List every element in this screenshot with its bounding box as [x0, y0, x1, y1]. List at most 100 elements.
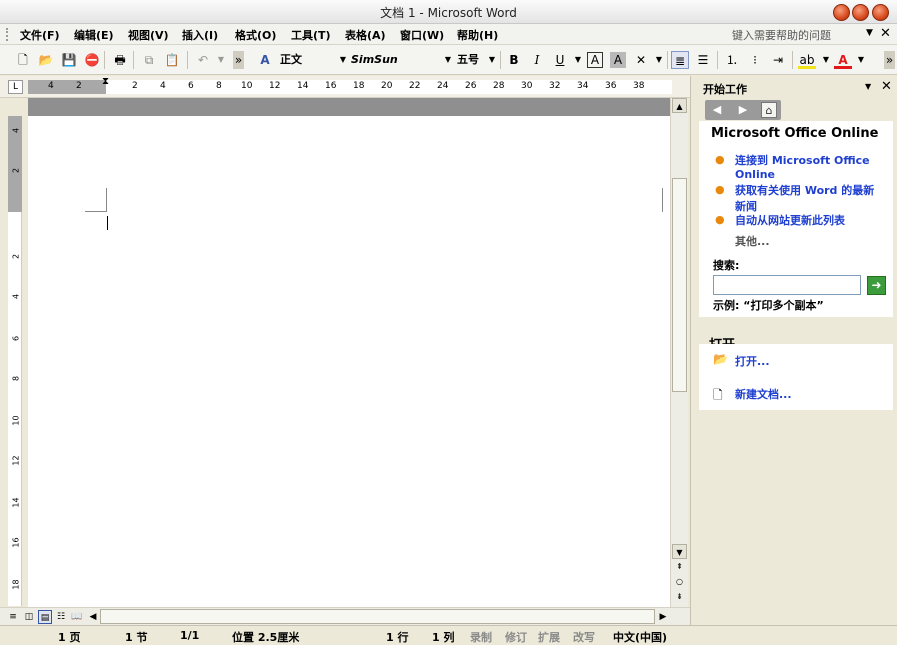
previous-page-icon[interactable]: ⇞ [672, 559, 687, 574]
document-close-icon[interactable]: ✕ [880, 26, 891, 41]
print-layout-view-icon[interactable]: ▤ [38, 610, 52, 624]
menu-grip-icon[interactable] [6, 28, 9, 41]
undo-icon[interactable]: ↶ [194, 51, 212, 69]
highlight-icon[interactable]: ab [798, 51, 816, 69]
open-folder-icon[interactable]: 📂 [37, 51, 55, 69]
status-track-changes[interactable]: 修订 [505, 629, 527, 645]
underline-icon[interactable]: U [551, 51, 569, 69]
font-dropdown-icon[interactable]: ▼ [445, 51, 451, 69]
status-page: 1 页 [58, 631, 81, 644]
horizontal-ruler[interactable]: L 4 2 ⧗ 2 4 6 8 10 12 14 16 18 20 22 24 … [0, 76, 690, 98]
indent-marker-icon[interactable]: ⧗ [102, 76, 109, 87]
help-dropdown-icon[interactable]: ▼ [866, 28, 873, 38]
search-go-icon[interactable]: ➜ [867, 276, 886, 295]
home-icon[interactable]: ⌂ [761, 102, 777, 118]
next-page-icon[interactable]: ⇟ [672, 589, 687, 604]
menu-window[interactable]: 窗口(W) [400, 27, 444, 43]
font-color-icon[interactable]: A [834, 51, 852, 69]
style-select[interactable]: 正文 ▼ [280, 51, 346, 69]
toolbar-more-icon[interactable]: » [884, 51, 895, 69]
vertical-scrollbar[interactable]: ▲ ▼ ⇞ ○ ⇟ [670, 98, 688, 608]
search-input[interactable] [713, 275, 861, 295]
status-extend[interactable]: 扩展 [538, 629, 560, 645]
underline-dropdown-icon[interactable]: ▼ [569, 51, 587, 69]
highlight-dropdown-icon[interactable]: ▼ [817, 51, 835, 69]
tab-selector-icon[interactable]: L [8, 80, 23, 94]
menu-insert[interactable]: 插入(I) [182, 27, 218, 43]
status-line: 1 行 [386, 631, 409, 644]
more-link[interactable]: 其他... [735, 233, 770, 249]
ruler-tick-label: 12 [269, 81, 281, 91]
align-justify-icon[interactable]: ≣ [671, 51, 689, 69]
horizontal-scrollbar[interactable]: ≡ ◫ ▤ ☷ 📖 ◀ ▶ [0, 607, 690, 625]
distributed-align-icon[interactable]: ☰ [694, 51, 712, 69]
minimize-button[interactable] [833, 4, 850, 21]
new-document-link[interactable]: 新建文档... [735, 386, 792, 402]
status-overtype[interactable]: 改写 [573, 629, 595, 645]
menu-table[interactable]: 表格(A) [345, 27, 386, 43]
scroll-right-icon[interactable]: ▶ [656, 610, 670, 624]
task-pane-close-icon[interactable]: ✕ [881, 79, 892, 94]
bold-icon[interactable]: B [505, 51, 523, 69]
print-icon[interactable]: 🖶 [111, 51, 129, 69]
maximize-button[interactable] [852, 4, 869, 21]
undo-dropdown-icon[interactable]: ▼ [212, 51, 230, 69]
menu-view[interactable]: 视图(V) [128, 27, 169, 43]
copy-icon[interactable]: ⧉ [140, 51, 158, 69]
close-button[interactable] [872, 4, 889, 21]
ruler-tick-label: 32 [549, 81, 561, 91]
margin-corner-mark [662, 188, 670, 212]
menu-format[interactable]: 格式(O) [235, 27, 276, 43]
font-color-dropdown-icon[interactable]: ▼ [852, 51, 870, 69]
increase-indent-icon[interactable]: ⇥ [769, 51, 787, 69]
styles-formatting-icon[interactable]: A [256, 51, 274, 69]
italic-icon[interactable]: I [528, 51, 546, 69]
character-scaling-icon[interactable]: ✕ [632, 51, 650, 69]
character-border-icon[interactable]: A [587, 52, 603, 68]
scaling-dropdown-icon[interactable]: ▼ [650, 51, 668, 69]
word-news-link[interactable]: 获取有关使用 Word 的最新新闻 [735, 182, 885, 214]
window-title: 文档 1 - Microsoft Word [380, 6, 517, 20]
normal-view-icon[interactable]: ≡ [6, 610, 20, 624]
style-dropdown-icon[interactable]: ▼ [340, 51, 346, 69]
help-question-input[interactable]: 键入需要帮助的问题 [732, 27, 831, 43]
scroll-thumb[interactable] [672, 178, 687, 392]
bullet-dot: ● [715, 213, 725, 226]
menu-edit[interactable]: 编辑(E) [74, 27, 114, 43]
font-select[interactable]: SimSun ▼ [351, 51, 451, 69]
open-file-link[interactable]: 打开... [735, 353, 770, 369]
status-record[interactable]: 录制 [470, 629, 492, 645]
scroll-left-icon[interactable]: ◀ [86, 610, 100, 624]
bullets-icon[interactable]: ⁝ [746, 51, 764, 69]
outline-view-icon[interactable]: ☷ [54, 610, 68, 624]
menu-tools[interactable]: 工具(T) [291, 27, 331, 43]
document-page[interactable] [28, 98, 670, 608]
font-size-dropdown-icon[interactable]: ▼ [489, 51, 495, 69]
ruler-tick-label: 2 [76, 81, 82, 91]
task-pane-dropdown-icon[interactable]: ▼ [865, 82, 871, 91]
scroll-down-icon[interactable]: ▼ [672, 544, 687, 559]
new-document-icon[interactable]: 🗋 [14, 51, 32, 69]
reading-layout-view-icon[interactable]: 📖 [70, 610, 84, 624]
connect-office-online-link[interactable]: 连接到 Microsoft Office Online [735, 152, 875, 181]
back-icon[interactable]: ◀ [709, 102, 725, 118]
ruler-tick-label: 10 [241, 81, 253, 91]
forward-icon[interactable]: ▶ [735, 102, 751, 118]
font-size-select[interactable]: 五号 ▼ [457, 51, 495, 69]
auto-update-link[interactable]: 自动从网站更新此列表 [735, 212, 885, 228]
web-layout-view-icon[interactable]: ◫ [22, 610, 36, 624]
font-select-value: SimSun [351, 53, 398, 66]
toolbar-options-icon[interactable]: » [233, 51, 244, 69]
select-browse-object-icon[interactable]: ○ [672, 574, 687, 589]
save-icon[interactable]: 💾 [60, 51, 78, 69]
menu-file[interactable]: 文件(F) [20, 27, 60, 43]
menu-help[interactable]: 帮助(H) [457, 27, 498, 43]
character-shading-icon[interactable]: A [610, 52, 626, 68]
permission-icon[interactable]: ⛔ [83, 51, 101, 69]
vertical-ruler[interactable]: 4 2 2 4 6 8 10 12 14 16 18 [8, 116, 22, 606]
numbering-icon[interactable]: ⒈ [723, 51, 741, 69]
paste-icon[interactable]: 📋 [163, 51, 181, 69]
title-bar: 文档 1 - Microsoft Word [0, 0, 897, 24]
horizontal-scroll-thumb[interactable] [100, 609, 655, 624]
scroll-up-icon[interactable]: ▲ [672, 98, 687, 113]
